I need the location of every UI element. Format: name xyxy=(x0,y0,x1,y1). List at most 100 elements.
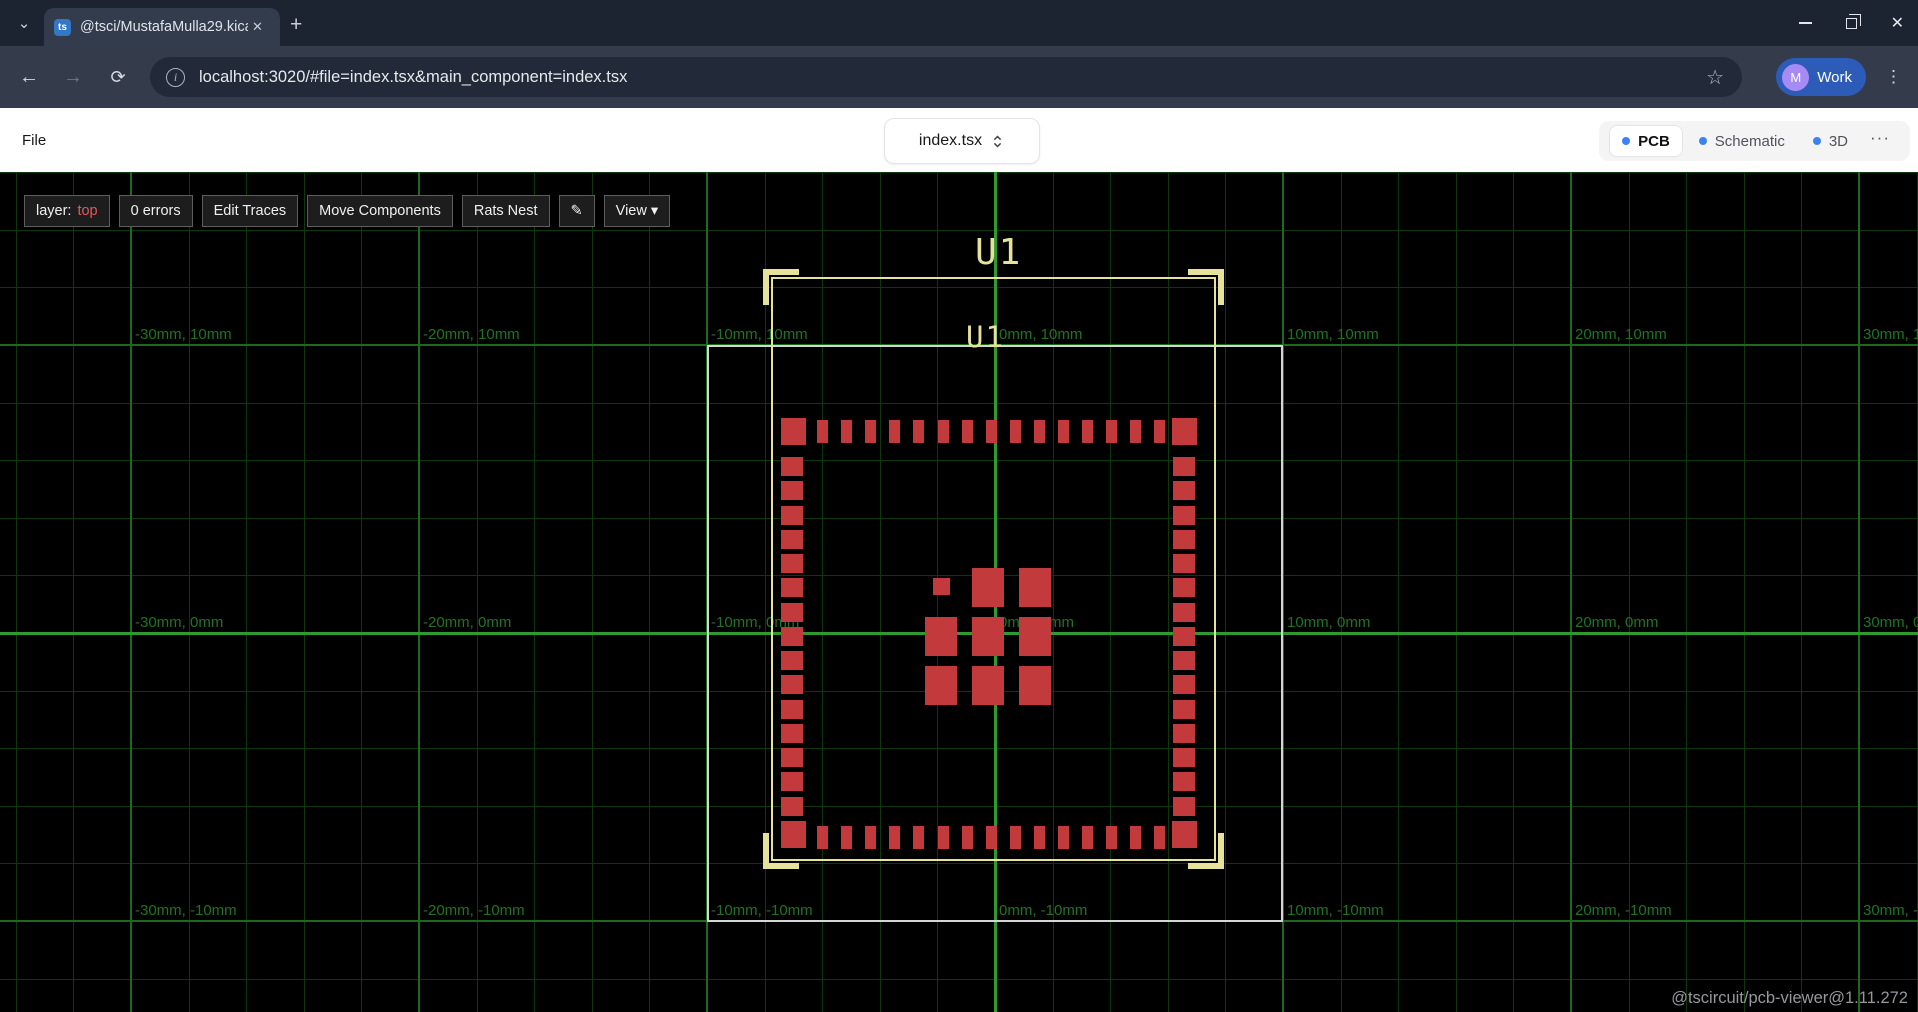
tab-3d[interactable]: 3D xyxy=(1801,125,1860,157)
pcb-pad xyxy=(1173,554,1195,573)
pcb-pad xyxy=(1019,617,1051,656)
grid-line xyxy=(1744,172,1745,1012)
pcb-pad xyxy=(889,420,900,443)
3d-dot-icon xyxy=(1813,137,1821,145)
window-restore-icon[interactable] xyxy=(1846,18,1857,29)
grid-line xyxy=(534,172,535,1012)
pcb-pad xyxy=(781,724,803,743)
tab-pcb-label: PCB xyxy=(1638,133,1670,150)
grid-label: 10mm, 0mm xyxy=(1287,614,1370,631)
url-bar[interactable]: i localhost:3020/#file=index.tsx&main_co… xyxy=(150,57,1742,97)
tab-pcb[interactable]: PCB xyxy=(1609,125,1683,157)
tab-schematic-label: Schematic xyxy=(1715,133,1785,150)
url-text: localhost:3020/#file=index.tsx&main_comp… xyxy=(199,68,627,87)
view-dropdown-button[interactable]: View ▾ xyxy=(604,195,670,227)
pcb-pad xyxy=(865,826,876,849)
site-info-icon[interactable]: i xyxy=(166,68,185,87)
pcb-pad xyxy=(925,617,957,656)
grid-line xyxy=(1858,172,1860,1012)
window-close-icon[interactable]: ✕ xyxy=(1891,13,1904,33)
grid-label: 10mm, 10mm xyxy=(1287,326,1379,343)
pcb-pad xyxy=(1154,420,1165,443)
grid-label: -30mm, -10mm xyxy=(135,902,237,919)
silkscreen-corner-mark xyxy=(1218,269,1224,305)
pcb-pad xyxy=(781,457,803,476)
pcb-pad xyxy=(938,826,949,849)
pcb-pad xyxy=(986,826,997,849)
grid-label: -20mm, 10mm xyxy=(423,326,520,343)
grid-line xyxy=(0,172,1918,173)
pcb-pad xyxy=(1173,797,1195,816)
grid-line xyxy=(130,172,132,1012)
bookmark-star-icon[interactable]: ☆ xyxy=(1706,65,1724,90)
pcb-pad xyxy=(817,420,828,443)
tab-search-icon[interactable]: ⌄ xyxy=(10,9,38,37)
silkscreen-corner-mark xyxy=(1188,863,1224,869)
avatar: M xyxy=(1782,64,1809,91)
pcb-pad xyxy=(1019,666,1051,705)
grid-line xyxy=(1801,172,1802,1012)
pcb-pad xyxy=(841,826,852,849)
grid-label: 30mm, 10mm xyxy=(1863,326,1918,343)
pcb-pad xyxy=(781,627,803,646)
pcb-pad xyxy=(781,821,806,848)
pcb-pad xyxy=(781,481,803,500)
browser-menu-icon[interactable]: ⋮ xyxy=(1885,46,1902,108)
window-controls: ✕ xyxy=(1799,0,1904,46)
grid-line xyxy=(477,172,478,1012)
grid-label: 30mm, -10mm xyxy=(1863,902,1918,919)
forward-icon[interactable]: → xyxy=(56,46,90,108)
typescript-favicon-icon: ts xyxy=(54,19,71,36)
browser-tab[interactable]: ts @tsci/MustafaMulla29.kicad-lib ✕ xyxy=(44,8,280,46)
grid-line xyxy=(0,979,1918,980)
pcb-pad xyxy=(781,578,803,597)
layer-button[interactable]: layer: top xyxy=(24,195,110,227)
pcb-pad xyxy=(1034,826,1045,849)
pencil-icon-button[interactable]: ✎ xyxy=(559,195,595,227)
edit-traces-button[interactable]: Edit Traces xyxy=(202,195,299,227)
move-components-button[interactable]: Move Components xyxy=(307,195,453,227)
tab-schematic[interactable]: Schematic xyxy=(1687,125,1797,157)
pcb-pad xyxy=(781,772,803,791)
file-menu[interactable]: File xyxy=(22,108,46,172)
pcb-pad xyxy=(1173,530,1195,549)
profile-chip[interactable]: M Work xyxy=(1776,58,1866,96)
pcb-pad xyxy=(1172,418,1197,445)
reload-icon[interactable]: ⟳ xyxy=(101,46,135,108)
pcb-pad xyxy=(781,506,803,525)
pcb-pad xyxy=(889,826,900,849)
grid-line xyxy=(0,230,1918,231)
silkscreen-corner-mark xyxy=(763,863,799,869)
file-select[interactable]: index.tsx xyxy=(884,118,1040,164)
component-name-label: U1 xyxy=(975,232,1022,273)
pcb-pad xyxy=(962,420,973,443)
pcb-pad xyxy=(1173,748,1195,767)
grid-label: -20mm, -10mm xyxy=(423,902,525,919)
grid-line xyxy=(1398,172,1399,1012)
pcb-pad xyxy=(781,530,803,549)
tab-title: @tsci/MustafaMulla29.kicad-lib xyxy=(80,19,248,35)
grid-line xyxy=(73,172,74,1012)
pcb-pad xyxy=(1034,420,1045,443)
pcb-pad xyxy=(1173,772,1195,791)
grid-line xyxy=(592,172,593,1012)
pcb-pad xyxy=(1173,506,1195,525)
new-tab-icon[interactable]: + xyxy=(290,13,302,37)
schematic-dot-icon xyxy=(1699,137,1707,145)
chevrons-up-down-icon xyxy=(990,134,1005,149)
rats-nest-button[interactable]: Rats Nest xyxy=(462,195,550,227)
grid-line xyxy=(1570,172,1572,1012)
layer-label: layer: xyxy=(36,203,71,219)
back-icon[interactable]: ← xyxy=(12,46,46,108)
pcb-pad xyxy=(841,420,852,443)
pcb-pad xyxy=(925,666,957,705)
errors-button[interactable]: 0 errors xyxy=(119,195,193,227)
layer-value: top xyxy=(77,203,97,219)
pcb-pad xyxy=(913,826,924,849)
pcb-canvas[interactable]: -30mm, 10mm-20mm, 10mm-10mm, 10mm0mm, 10… xyxy=(0,172,1918,1012)
tab-close-icon[interactable]: ✕ xyxy=(252,19,263,35)
pcb-pad xyxy=(781,675,803,694)
more-options-icon[interactable]: ··· xyxy=(1864,128,1900,154)
window-minimize-icon[interactable] xyxy=(1799,22,1812,24)
pcb-pad xyxy=(1173,651,1195,670)
